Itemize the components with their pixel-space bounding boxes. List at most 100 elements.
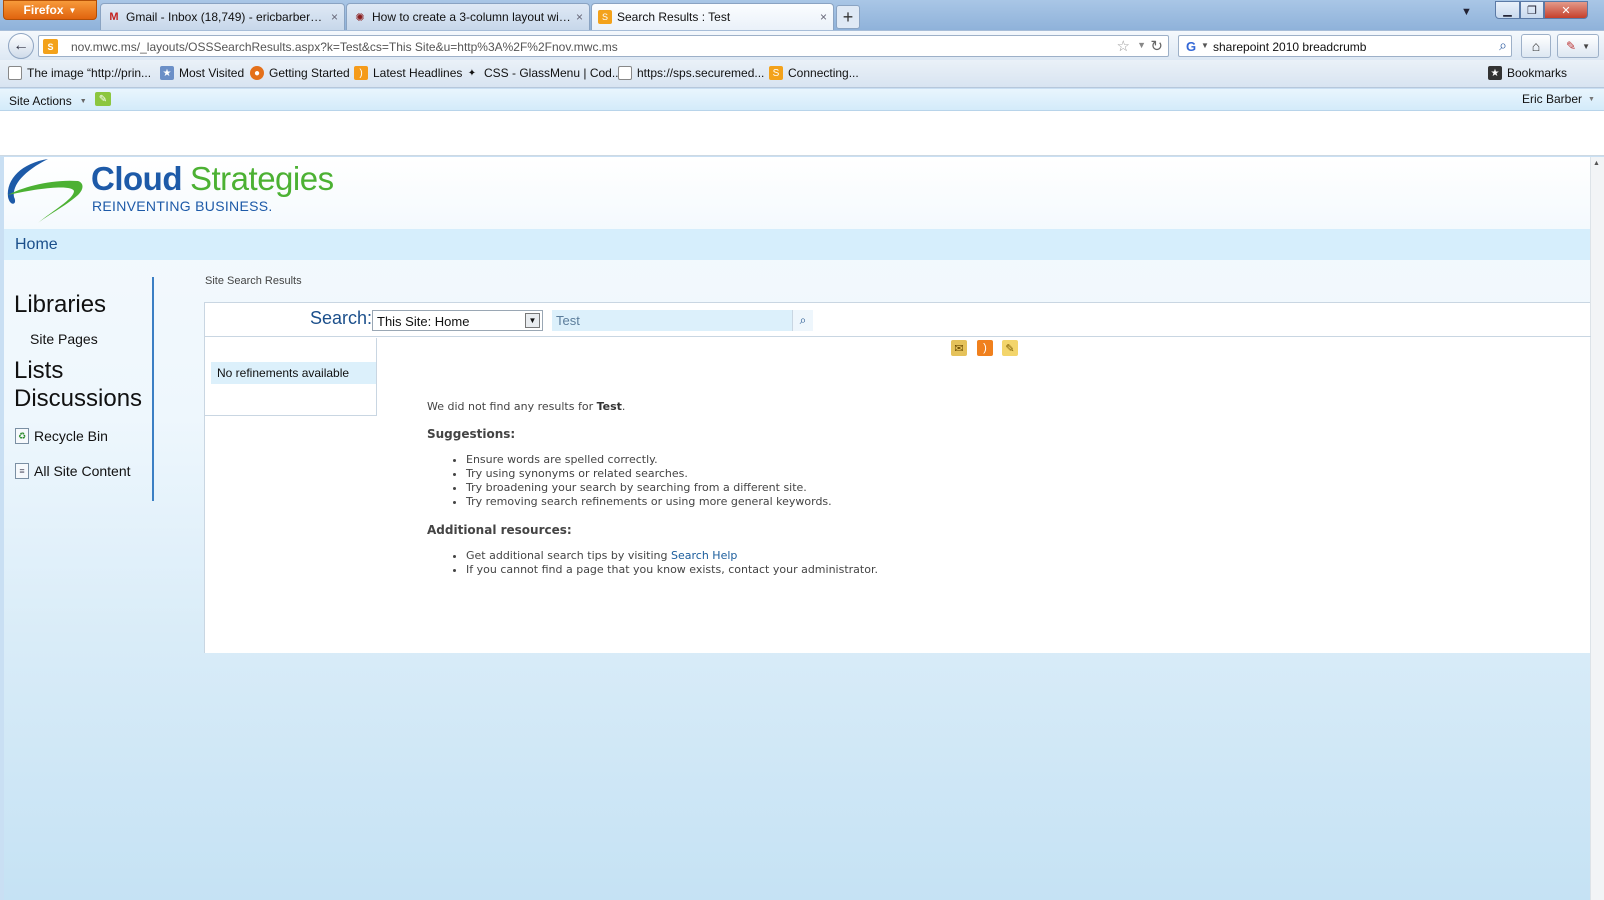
address-bar[interactable]: S nov.mwc.ms/_layouts/OSSSearchResults.a…	[38, 35, 1169, 57]
tab-label: Gmail - Inbox (18,749) - ericbarbernj...	[126, 10, 326, 24]
sharepoint-icon: S	[769, 66, 783, 80]
tab-search-results[interactable]: S Search Results : Test ×	[591, 3, 834, 30]
close-tab-icon[interactable]: ×	[576, 10, 583, 24]
resources-list: Get additional search tips by visiting S…	[466, 549, 1127, 577]
bookmark-item[interactable]: S Connecting...	[769, 66, 859, 80]
tips-text: Get additional search tips by visiting	[466, 549, 672, 562]
scroll-up-icon[interactable]: ▲	[1593, 160, 1600, 167]
search-box-row: Search: This Site: Home ▼ ⌕	[205, 303, 1591, 337]
suggestions-list: Ensure words are spelled correctly. Try …	[466, 453, 1127, 509]
search-preferences-icon[interactable]: ✎	[1002, 340, 1018, 356]
css-icon: ✦	[467, 67, 477, 79]
site-actions-menu[interactable]: Site Actions ▼	[9, 94, 87, 108]
search-help-link[interactable]: Search Help	[671, 549, 737, 562]
home-button[interactable]: ⌂	[1521, 34, 1551, 58]
logo-swoosh-icon	[7, 159, 83, 223]
web-search-box[interactable]: G ▼ sharepoint 2010 breadcrumb ⌕	[1178, 35, 1512, 57]
ql-discussions[interactable]: Discussions	[14, 385, 142, 413]
ql-libraries[interactable]: Libraries	[14, 291, 106, 319]
refinement-panel: No refinements available	[205, 338, 377, 416]
site-logo[interactable]: Cloud Strategies REINVENTING BUSINESS.	[4, 157, 349, 227]
logo-cloud-text: Cloud	[91, 160, 182, 197]
close-window-button[interactable]: ✕	[1544, 1, 1588, 19]
addon-button[interactable]: ✎ ▼	[1557, 34, 1599, 58]
site-actions-label: Site Actions	[9, 94, 72, 108]
new-tab-button[interactable]: +	[836, 5, 860, 29]
suggestions-heading: Suggestions:	[427, 427, 516, 441]
engine-dropdown-icon[interactable]: ▼	[1201, 41, 1209, 50]
no-results-message: We did not find any results for Test.	[427, 400, 1127, 413]
nav-home-link[interactable]: Home	[15, 236, 58, 254]
recycle-bin-icon: ♻	[15, 428, 29, 444]
search-label: Search:	[310, 308, 373, 328]
suggestion-item: Try using synonyms or related searches.	[466, 467, 1127, 481]
page-icon	[8, 66, 22, 80]
logo-strategies-text: Strategies	[190, 160, 334, 197]
bookmarks-menu[interactable]: ★ Bookmarks	[1488, 66, 1567, 80]
address-text[interactable]: nov.mwc.ms/_layouts/OSSSearchResults.asp…	[71, 40, 618, 54]
sharepoint-icon: S	[598, 10, 612, 24]
search-scope-select[interactable]: This Site: Home ▼	[372, 310, 543, 331]
close-tab-icon[interactable]: ×	[331, 10, 338, 24]
bookmarks-icon: ★	[1488, 66, 1502, 80]
restore-button[interactable]: ❐	[1520, 1, 1544, 19]
bookmark-item[interactable]: The image “http://prin...	[8, 66, 151, 80]
tab-list-icon[interactable]: ▼	[1461, 6, 1472, 18]
page-title: Site Search Results	[205, 275, 302, 287]
ql-recycle-bin[interactable]: ♻ Recycle Bin	[15, 428, 108, 444]
search-query-input[interactable]	[552, 310, 792, 331]
firefox-menu-button[interactable]: Firefox ▼	[3, 0, 97, 20]
bookmark-item[interactable]: ★ Most Visited	[160, 66, 244, 80]
web-search-text[interactable]: sharepoint 2010 breadcrumb	[1213, 40, 1366, 54]
addon-icon: ✎	[1566, 39, 1577, 53]
vertical-scrollbar[interactable]	[1590, 157, 1604, 900]
navigation-toolbar: ← S nov.mwc.ms/_layouts/OSSSearchResults…	[0, 30, 1604, 60]
rss-icon: )	[354, 66, 368, 80]
rss-icon[interactable]: )	[977, 340, 993, 356]
bookmark-item[interactable]: https://sps.securemed...	[618, 66, 764, 80]
minimize-button[interactable]: ▁	[1495, 1, 1520, 19]
gmail-icon: M	[109, 11, 119, 23]
search-scope-value: This Site: Home	[377, 314, 470, 329]
bookmark-label: The image “http://prin...	[27, 66, 152, 80]
history-dropdown-icon[interactable]: ▼	[1137, 40, 1146, 50]
bookmark-item[interactable]: ) Latest Headlines	[354, 66, 462, 80]
page-icon	[618, 66, 632, 80]
chevron-down-icon[interactable]: ▼	[525, 313, 540, 328]
web-icon: ✺	[355, 11, 365, 24]
top-navigation-bar: Home	[4, 229, 1590, 260]
bookmark-item[interactable]: ✦ CSS - GlassMenu | Cod...	[465, 66, 622, 80]
site-favicon-icon: S	[43, 39, 58, 54]
back-button[interactable]: ←	[8, 33, 34, 59]
site-content-icon: ≡	[15, 463, 29, 479]
bookmark-item[interactable]: ● Getting Started	[250, 66, 350, 80]
tab-label: How to create a 3-column layout wit...	[372, 10, 571, 24]
ql-site-pages[interactable]: Site Pages	[30, 331, 98, 347]
bookmark-label: Connecting...	[788, 66, 859, 80]
tab-gmail[interactable]: M Gmail - Inbox (18,749) - ericbarbernj.…	[100, 3, 345, 30]
bookmark-label: Most Visited	[179, 66, 245, 80]
bookmark-label: https://sps.securemed...	[637, 66, 765, 80]
most-visited-icon: ★	[160, 66, 174, 80]
bookmark-label: Getting Started	[269, 66, 350, 80]
close-tab-icon[interactable]: ×	[820, 10, 827, 24]
ribbon-area	[0, 111, 1604, 156]
user-menu[interactable]: Eric Barber ▼	[1522, 92, 1595, 106]
chevron-down-icon: ▼	[79, 97, 87, 105]
alert-me-icon[interactable]: ✉	[951, 340, 967, 356]
reload-icon[interactable]: ↻	[1150, 37, 1163, 55]
ql-lists[interactable]: Lists	[14, 357, 63, 385]
logo-tagline: REINVENTING BUSINESS.	[92, 198, 273, 214]
google-icon[interactable]: G	[1182, 38, 1200, 54]
tab-layout-article[interactable]: ✺ How to create a 3-column layout wit...…	[346, 3, 590, 30]
search-icon[interactable]: ⌕	[792, 310, 813, 331]
home-icon: ⌂	[1531, 38, 1541, 54]
firefox-menu-label: Firefox	[23, 3, 64, 17]
sharepoint-ribbon: Site Actions ▼ ✎ Eric Barber ▼	[0, 89, 1604, 111]
magnifier-icon[interactable]: ⌕	[1499, 37, 1507, 54]
no-results-suffix: .	[621, 400, 626, 413]
browser-title-bar: Firefox ▼ M Gmail - Inbox (18,749) - eri…	[0, 0, 1604, 30]
bookmark-star-icon[interactable]: ☆	[1117, 37, 1130, 55]
edit-page-icon[interactable]: ✎	[95, 92, 111, 106]
ql-all-site-content[interactable]: ≡ All Site Content	[15, 463, 131, 479]
